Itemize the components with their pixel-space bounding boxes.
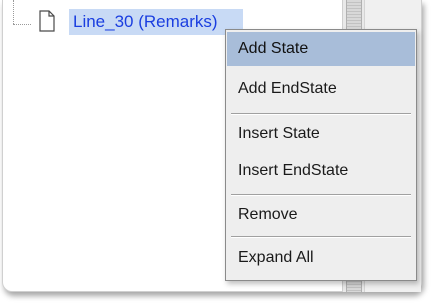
- tree-node-line-30[interactable]: Line_30 (Remarks): [69, 9, 243, 35]
- menu-separator: [231, 113, 411, 115]
- tree-connector-vertical: [13, 0, 14, 24]
- menu-item-expand-all[interactable]: Expand All: [227, 241, 415, 275]
- menu-separator: [231, 236, 411, 238]
- menu-separator: [231, 194, 411, 196]
- tree-connector-horizontal: [13, 24, 31, 25]
- menu-item-insert-endstate[interactable]: Insert EndState: [227, 154, 415, 188]
- menu-item-add-state[interactable]: Add State: [227, 32, 415, 66]
- screenshot-frame: Line_30 (Remarks) ⌐ Add State Add EndSta…: [0, 0, 431, 304]
- context-menu: Add State Add EndState Insert State Inse…: [225, 29, 417, 281]
- menu-item-insert-state[interactable]: Insert State: [227, 117, 415, 151]
- document-icon: [39, 10, 55, 32]
- menu-item-add-endstate[interactable]: Add EndState: [227, 72, 415, 106]
- menu-item-remove[interactable]: Remove: [227, 198, 415, 232]
